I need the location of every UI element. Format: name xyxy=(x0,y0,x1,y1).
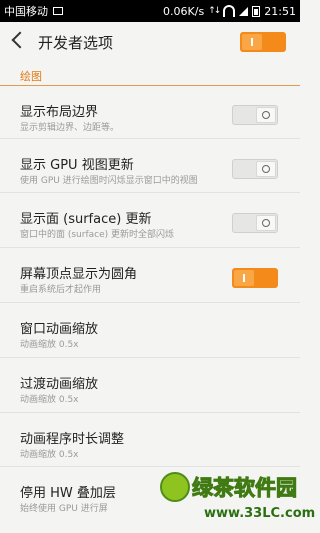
setting-subtitle: 显示剪辑边界、边距等。 xyxy=(20,123,120,133)
show-gpu-view-updates-toggle[interactable] xyxy=(232,159,278,179)
setting-subtitle: 窗口中的面 (surface) 更新时全部闪烁 xyxy=(20,230,175,240)
data-arrows-icon: ↑↓ xyxy=(208,6,221,16)
setting-title: 显示 GPU 视图更新 xyxy=(20,158,134,173)
wifi-icon xyxy=(223,5,236,17)
setting-subtitle: 动画缩放 0.5x xyxy=(20,450,79,460)
setting-subtitle: 始终使用 GPU 进行屏 xyxy=(20,504,108,514)
back-arrow-icon[interactable] xyxy=(11,31,29,49)
setting-subtitle: 动画缩放 0.5x xyxy=(20,395,79,405)
battery-icon xyxy=(252,5,261,17)
carrier-label: 中国移动 xyxy=(4,5,48,18)
show-surface-updates-toggle[interactable] xyxy=(232,213,278,233)
action-bar: 开发者选项 xyxy=(0,22,300,62)
setting-title: 过渡动画缩放 xyxy=(20,377,99,392)
toggle-knob xyxy=(234,270,254,286)
setting-rounded-corners[interactable]: 屏幕顶点显示为圆角 重启系统后才起作用 xyxy=(0,249,300,303)
network-speed: 0.06K/s xyxy=(163,4,205,18)
section-title: 绘图 xyxy=(20,70,42,83)
setting-title: 屏幕顶点显示为圆角 xyxy=(20,267,138,282)
setting-subtitle: 重启系统后才起作用 xyxy=(20,285,102,295)
setting-title: 窗口动画缩放 xyxy=(20,322,99,337)
setting-animator-duration-scale[interactable]: 动画程序时长调整 动画缩放 0.5x xyxy=(0,414,300,467)
setting-title: 动画程序时长调整 xyxy=(20,432,125,447)
watermark: 绿茶软件园 www.33LC.com xyxy=(160,470,315,533)
setting-subtitle: 动画缩放 0.5x xyxy=(20,340,79,350)
clock: 21:51 xyxy=(264,4,296,18)
toggle-knob xyxy=(256,161,276,177)
show-layout-bounds-toggle[interactable] xyxy=(232,105,278,125)
setting-subtitle: 使用 GPU 进行绘图时闪烁显示窗口中的视图 xyxy=(20,176,198,186)
setting-show-surface-updates[interactable]: 显示面 (surface) 更新 窗口中的面 (surface) 更新时全部闪烁 xyxy=(0,194,300,248)
watermark-url: www.33LC.com xyxy=(204,506,316,521)
setting-title: 显示布局边界 xyxy=(20,105,99,120)
leaf-logo-icon xyxy=(160,472,190,502)
setting-title: 显示面 (surface) 更新 xyxy=(20,212,152,227)
page-title: 开发者选项 xyxy=(38,34,114,52)
status-bar: 中国移动 0.06K/s ↑↓ 21:51 xyxy=(0,0,300,22)
rounded-corners-toggle[interactable] xyxy=(232,268,278,288)
message-icon xyxy=(53,7,63,15)
developer-options-master-toggle[interactable] xyxy=(240,32,286,52)
section-header-drawing: 绘图 xyxy=(0,66,300,86)
setting-transition-animation-scale[interactable]: 过渡动画缩放 动画缩放 0.5x xyxy=(0,359,300,413)
watermark-brand: 绿茶软件园 xyxy=(192,476,298,501)
toggle-knob xyxy=(242,34,262,50)
setting-show-gpu-view-updates[interactable]: 显示 GPU 视图更新 使用 GPU 进行绘图时闪烁显示窗口中的视图 xyxy=(0,140,300,193)
setting-window-animation-scale[interactable]: 窗口动画缩放 动画缩放 0.5x xyxy=(0,304,300,358)
setting-show-layout-bounds[interactable]: 显示布局边界 显示剪辑边界、边距等。 xyxy=(0,87,300,139)
signal-icon xyxy=(239,6,249,16)
setting-title: 停用 HW 叠加层 xyxy=(20,486,116,501)
toggle-knob xyxy=(256,215,276,231)
toggle-knob xyxy=(256,107,276,123)
